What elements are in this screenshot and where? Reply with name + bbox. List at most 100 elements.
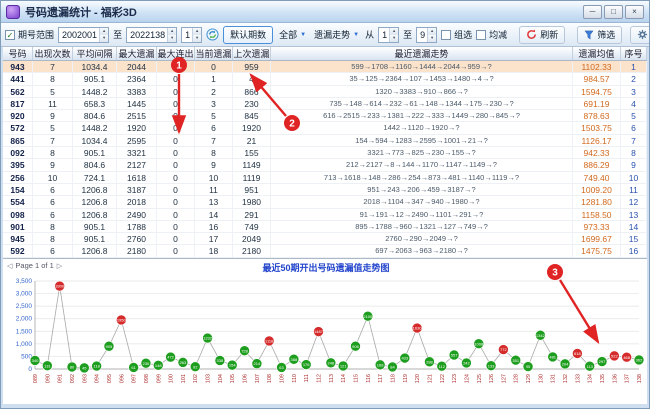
cell-trend: 616→2515→233→1381→222→333→1449→280→845→? [271,110,573,121]
chart-point-value: 84 [390,364,395,369]
cell-max-streak: 0 [157,196,195,207]
y-axis-tick-label: 0 [28,366,32,373]
cell-current-miss: 9 [195,159,233,170]
cell-avg-gap: 905.1 [73,221,117,232]
settings-button[interactable]: 设置 [630,26,650,44]
spin-down-icon[interactable]: ▼ [100,35,108,42]
cell-miss-avg: 749.40 [573,172,621,183]
cycle-icon[interactable] [206,28,219,41]
table-row[interactable]: 86571034.425950721154→594→1283→2595→1001… [3,135,647,147]
table-row[interactable]: 4418905.1236401435→125→2364→107→1453→148… [3,73,647,85]
chart-point-value: 176 [303,362,310,367]
chart-point-value: 214 [254,361,261,366]
spin-down-icon[interactable]: ▼ [428,35,436,42]
cell-current-miss: 0 [195,61,233,72]
col-header-last-miss[interactable]: 上次遗漏 [233,47,271,60]
chart-point-value: 297 [599,359,606,364]
table-row[interactable]: 3959804.62127091149212→2127→8→144→1170→1… [3,159,647,171]
x-axis-tick-label: 094 [95,374,101,383]
range-start-spinner[interactable]: 2002001 ▲▼ [58,27,109,43]
col-header-count[interactable]: 出现次数 [33,47,73,60]
group-select-checkbox[interactable]: 组选 [441,28,472,41]
cell-current-miss: 10 [195,172,233,183]
cell-current-miss: 8 [195,147,233,158]
table-row[interactable]: 57251448.219200619201442→1120→1920→?1503… [3,122,647,134]
spin-up-icon[interactable]: ▲ [193,28,201,35]
cell-miss-avg: 1475.75 [573,245,621,256]
x-axis-tick-label: 105 [230,374,236,383]
table-row[interactable]: 15461206.83187011951951→243→206→459→3187… [3,184,647,196]
avg-minus-checkbox[interactable]: 均减 [476,28,507,41]
table-row[interactable]: 56251448.23383028661320→3383→910→866→?15… [3,86,647,98]
minimize-button[interactable]: ─ [583,5,602,19]
y-axis-tick-label: 3,000 [16,291,33,298]
cell-count: 8 [33,221,73,232]
step-spinner[interactable]: 1 ▲▼ [181,27,202,43]
pager-next-button[interactable]: ▷ [57,262,62,270]
filter-button[interactable]: 筛选 [577,26,622,44]
maximize-button[interactable]: □ [604,5,623,19]
spin-up-icon[interactable]: ▲ [390,28,398,35]
table-row[interactable]: 9018905.11788016749895→1788→960→1321→127… [3,221,647,233]
default-periods-button[interactable]: 默认期数 [223,26,273,44]
col-header-trend[interactable]: 最近遗漏走势 [271,47,573,60]
cell-number: 572 [3,122,33,133]
table-row[interactable]: 0928905.13321081553321→773→825→230→155→?… [3,147,647,159]
x-axis-tick-label: 120 [415,374,421,383]
cell-trend: 697→2063→963→2180→? [271,245,573,256]
chart-point-value: 118 [93,364,100,369]
scope-dropdown[interactable]: 全部 ▼ [277,27,308,43]
cell-count: 5 [33,86,73,97]
table-row[interactable]: 94371034.4204400959599→1708→1160→1444→20… [3,61,647,73]
spin-down-icon[interactable]: ▼ [168,35,176,42]
x-axis-tick-label: 112 [317,374,323,383]
chart-point-value: 522 [611,353,618,358]
view-mode-dropdown[interactable]: 遗漏走势 ▼ [312,27,361,43]
from-spinner[interactable]: 1 ▲▼ [378,27,399,43]
table-row[interactable]: 9209804.6251505845616→2515→233→1381→222→… [3,110,647,122]
cell-max-miss: 1920 [117,122,157,133]
x-axis-tick-label: 116 [366,374,372,383]
col-header-avg-gap[interactable]: 平均间隔 [73,47,117,60]
col-header-serial[interactable]: 序号 [621,47,647,60]
spin-down-icon[interactable]: ▼ [390,35,398,42]
x-axis-tick-label: 122 [440,374,446,383]
to-spinner[interactable]: 9 ▲▼ [416,27,437,43]
pager-prev-button[interactable]: ◁ [7,262,12,270]
chart-point-value: 288 [426,359,433,364]
x-axis-tick-label: 128 [514,374,520,383]
spin-up-icon[interactable]: ▲ [428,28,436,35]
table-row[interactable]: 59261206.821800182180697→2063→963→2180→?… [3,245,647,257]
x-axis-tick-label: 100 [169,374,175,383]
close-button[interactable]: × [625,5,644,19]
cell-last-miss: 951 [233,184,271,195]
table-row[interactable]: 55461206.8201801319802018→1104→347→940→1… [3,196,647,208]
range-checkbox[interactable]: ✓ 期号范围 [5,28,54,41]
spin-up-icon[interactable]: ▲ [168,28,176,35]
spin-up-icon[interactable]: ▲ [100,28,108,35]
chart-point-value: 905 [106,344,113,349]
cell-last-miss: 4 [233,73,271,84]
chart-point-value: 557 [451,353,458,358]
x-axis-tick-label: 093 [82,374,88,383]
col-header-max-miss[interactable]: 最大遗漏 [117,47,157,60]
col-header-current-miss[interactable]: 当前遗漏 [195,47,233,60]
cell-count: 6 [33,209,73,220]
x-axis-tick-label: 125 [477,374,483,383]
table-row[interactable]: 09861206.8249001429191→191→12→2490→1101→… [3,209,647,221]
cell-miss-avg: 1503.75 [573,122,621,133]
col-header-number[interactable]: 号码 [3,47,33,60]
refresh-button[interactable]: 刷新 [519,26,565,44]
cell-avg-gap: 1448.2 [73,122,117,133]
range-end-spinner[interactable]: 2022138 ▲▼ [126,27,177,43]
chart-point-value: 263 [180,360,187,365]
cell-current-miss: 6 [195,122,233,133]
col-header-miss-avg[interactable]: 遗漏均值 [573,47,621,60]
col-header-max-streak[interactable]: 最大连出 [157,47,195,60]
table-row[interactable]: 25610724.116180101119713→1618→148→286→25… [3,172,647,184]
table-row[interactable]: 9458905.1276001720492760→290→2049→?1699.… [3,233,647,245]
table-row[interactable]: 81711658.3144503230735→148→614→232→61→14… [3,98,647,110]
spin-down-icon[interactable]: ▼ [193,35,201,42]
checkbox-checked-icon: ✓ [5,30,15,40]
cell-count: 5 [33,122,73,133]
